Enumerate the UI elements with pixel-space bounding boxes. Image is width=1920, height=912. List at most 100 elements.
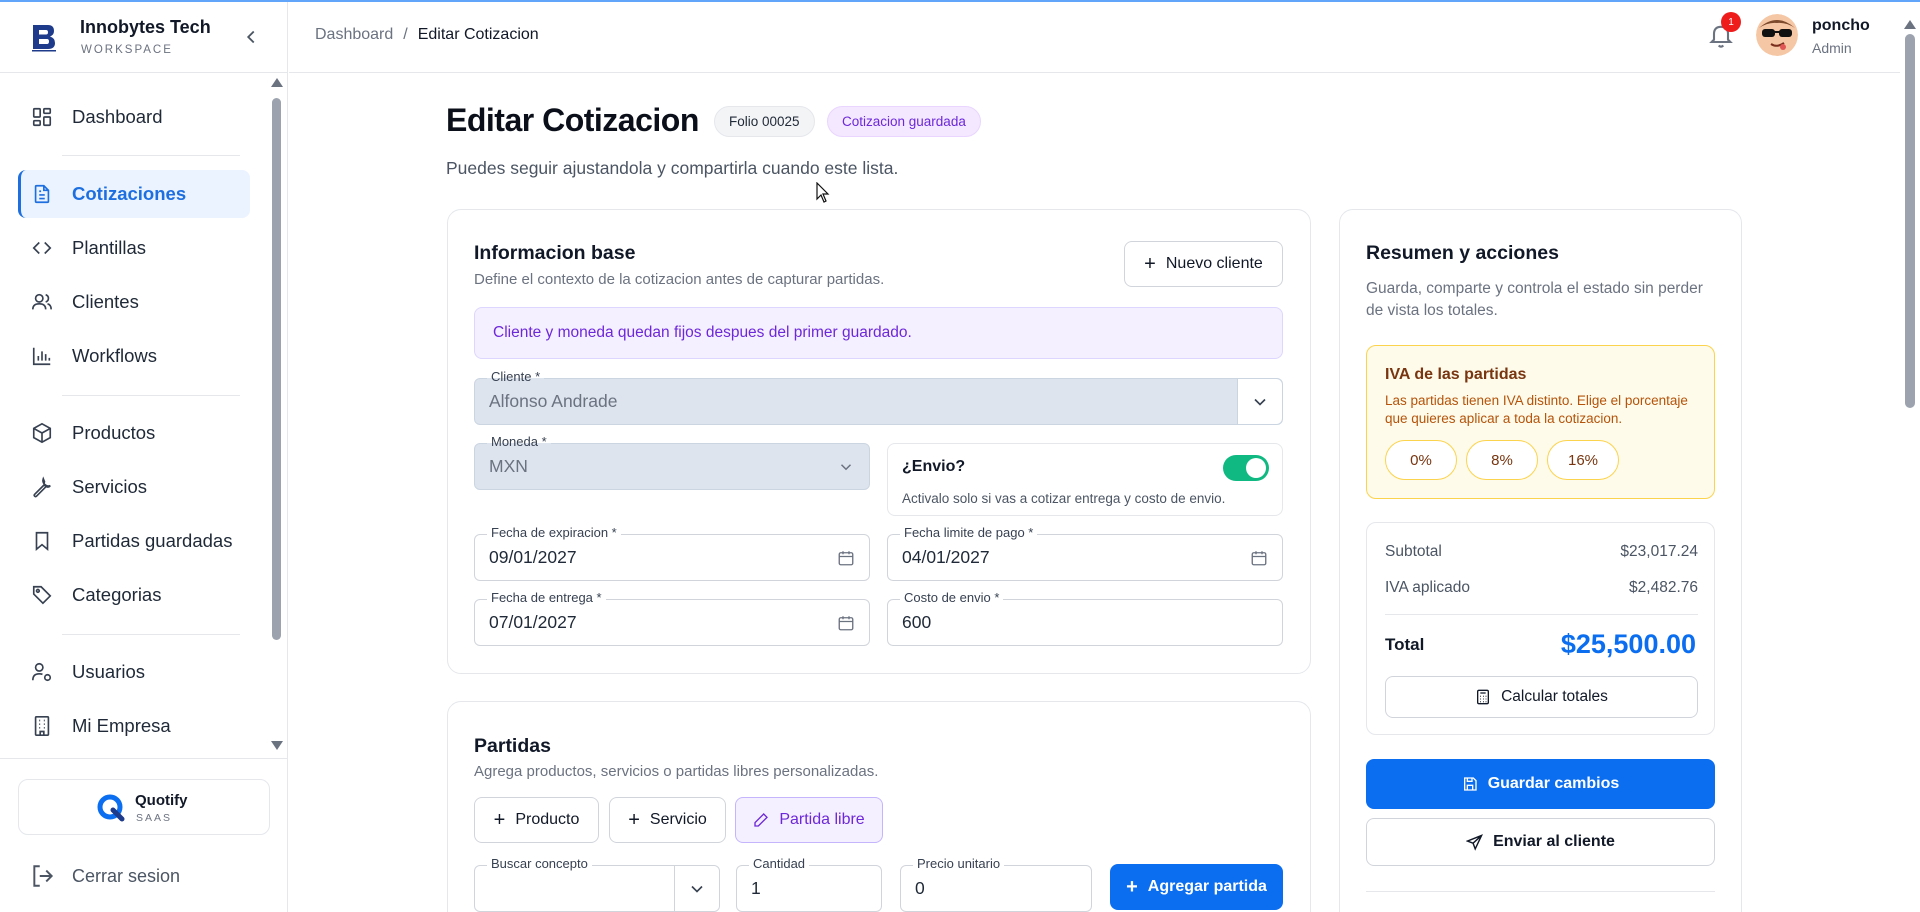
sidebar-item-dashboard[interactable]: Dashboard (18, 93, 250, 141)
chevron-down-icon[interactable] (1237, 379, 1282, 424)
top-header: Dashboard / Editar Cotizacion 1 poncho A… (289, 2, 1900, 73)
tab-partida-libre-label: Partida libre (779, 811, 865, 828)
calendar-icon[interactable] (837, 549, 855, 567)
breadcrumb-current: Editar Cotizacion (417, 26, 539, 43)
cantidad-value: 1 (751, 878, 761, 898)
iva-option-16[interactable]: 16% (1547, 440, 1619, 480)
scroll-thumb[interactable] (272, 98, 281, 640)
envio-toggle[interactable] (1223, 455, 1269, 481)
tab-servicio[interactable]: + Servicio (609, 797, 726, 843)
sidebar-item-usuarios[interactable]: Usuarios (18, 648, 250, 696)
product-subtitle: SAAS (136, 812, 173, 824)
toggle-knob (1246, 458, 1266, 478)
iva-row: IVA aplicado $2,482.76 (1385, 579, 1698, 597)
fecha-limite-pago-input[interactable]: Fecha limite de pago * 04/01/2027 (887, 525, 1283, 581)
iva-option-8[interactable]: 8% (1466, 440, 1538, 480)
enviar-cliente-button[interactable]: Enviar al cliente (1366, 818, 1715, 866)
precio-unitario-input[interactable]: Precio unitario 0 (900, 856, 1092, 912)
sidebar-item-categorias[interactable]: Categorias (18, 571, 250, 619)
agregar-partida-button[interactable]: + Agregar partida (1110, 864, 1283, 910)
new-client-button[interactable]: + Nuevo cliente (1124, 241, 1283, 287)
iva-selector-box: IVA de las partidas Las partidas tienen … (1366, 345, 1715, 499)
sidebar-item-mi-empresa[interactable]: Mi Empresa (18, 702, 250, 748)
summary-divider (1366, 891, 1715, 892)
breadcrumb-separator: / (403, 26, 408, 43)
calendar-icon[interactable] (1250, 549, 1268, 567)
sidebar-item-partidas-guardadas[interactable]: Partidas guardadas (18, 517, 250, 565)
base-info-description: Define el contexto de la cotizacion ante… (474, 271, 885, 288)
cantidad-input[interactable]: Cantidad 1 (736, 856, 882, 912)
iva-applied-value: $2,482.76 (1629, 579, 1698, 596)
send-icon (1466, 833, 1484, 851)
sidebar-item-label: Dashboard (72, 106, 163, 127)
sidebar-item-label: Partidas guardadas (72, 530, 233, 551)
pencil-icon (754, 813, 769, 827)
costo-envio-value: 600 (902, 612, 932, 632)
envio-toggle-card: ¿Envio? Activalo solo si vas a cotizar e… (887, 443, 1283, 516)
new-client-label: Nuevo cliente (1165, 255, 1263, 272)
scroll-up-arrow-icon[interactable] (271, 78, 283, 87)
sidebar-item-plantillas[interactable]: Plantillas (18, 224, 250, 272)
innobytes-logo-icon (32, 25, 56, 52)
subtotal-row: Subtotal $23,017.24 (1385, 543, 1698, 561)
buscar-concepto-select[interactable]: Buscar concepto (474, 856, 720, 912)
building-icon (30, 714, 54, 738)
calendar-icon[interactable] (837, 614, 855, 632)
grid-icon (30, 105, 54, 129)
plus-icon: + (628, 809, 640, 831)
document-icon (30, 182, 54, 206)
cliente-select[interactable]: Cliente * Alfonso Andrade (474, 369, 1283, 425)
scroll-up-arrow-icon[interactable] (1904, 20, 1916, 29)
total-value: $25,500.00 (1560, 629, 1696, 659)
precio-unitario-label: Precio unitario (913, 856, 1005, 872)
sidebar-item-label: Plantillas (72, 237, 147, 258)
enviar-cliente-label: Enviar al cliente (1493, 833, 1615, 850)
calculator-icon (1477, 689, 1490, 705)
brand-subtitle: WORKSPACE (81, 44, 173, 56)
sidebar-item-clientes[interactable]: Clientes (18, 278, 250, 326)
fecha-expiracion-input[interactable]: Fecha de expiracion * 09/01/2027 (474, 525, 870, 581)
mouse-cursor-icon (816, 182, 830, 203)
costo-envio-input[interactable]: Costo de envio * 600 (887, 590, 1283, 646)
moneda-select[interactable]: Moneda * MXN (474, 434, 870, 490)
agregar-partida-label: Agregar partida (1147, 878, 1267, 895)
subtotal-label: Subtotal (1385, 543, 1442, 560)
chevron-left-icon[interactable] (240, 26, 262, 48)
package-icon (30, 421, 54, 445)
sidebar-item-cotizaciones[interactable]: Cotizaciones (18, 170, 250, 218)
logout-button[interactable]: Cerrar sesion (30, 863, 180, 889)
tab-partida-libre[interactable]: Partida libre (735, 797, 883, 843)
nav-divider (62, 634, 240, 635)
status-badge: Cotizacion guardada (827, 106, 981, 137)
quotify-logo-icon (97, 794, 125, 822)
totals-divider (1385, 614, 1698, 615)
sidebar-nav: Dashboard Cotizaciones Plantillas Client… (0, 73, 270, 748)
iva-option-0[interactable]: 0% (1385, 440, 1457, 480)
sidebar-item-servicios[interactable]: Servicios (18, 463, 250, 511)
calcular-totales-button[interactable]: Calcular totales (1385, 676, 1698, 718)
summary-description: Guarda, comparte y controla el estado si… (1366, 280, 1703, 319)
tab-producto[interactable]: + Producto (474, 797, 599, 843)
notification-badge: 1 (1721, 12, 1741, 32)
bookmark-icon (30, 529, 54, 553)
sidebar-item-workflows[interactable]: Workflows (18, 332, 250, 380)
page-title: Editar Cotizacion (446, 102, 699, 138)
fecha-entrega-input[interactable]: Fecha de entrega * 07/01/2027 (474, 590, 870, 646)
scroll-thumb[interactable] (1905, 34, 1915, 408)
plus-icon: + (1144, 253, 1156, 275)
wrench-icon (30, 475, 54, 499)
locked-fields-notice: Cliente y moneda quedan fijos despues de… (474, 307, 1283, 359)
nav-divider (62, 155, 240, 156)
avatar[interactable] (1756, 14, 1798, 56)
main-scrollbar[interactable] (1902, 20, 1918, 912)
breadcrumb-root-link[interactable]: Dashboard (315, 26, 393, 44)
sidebar-item-label: Mi Empresa (72, 715, 171, 736)
sidebar-item-productos[interactable]: Productos (18, 409, 250, 457)
sidebar: Innobytes Tech WORKSPACE Dashboard Cotiz… (0, 2, 288, 912)
logout-icon (33, 865, 54, 887)
scroll-down-arrow-icon[interactable] (271, 741, 283, 750)
guardar-cambios-button[interactable]: Guardar cambios (1366, 759, 1715, 809)
sidebar-scrollbar[interactable] (270, 78, 284, 750)
chevron-down-icon[interactable] (674, 866, 719, 911)
base-info-title: Informacion base (474, 242, 636, 264)
